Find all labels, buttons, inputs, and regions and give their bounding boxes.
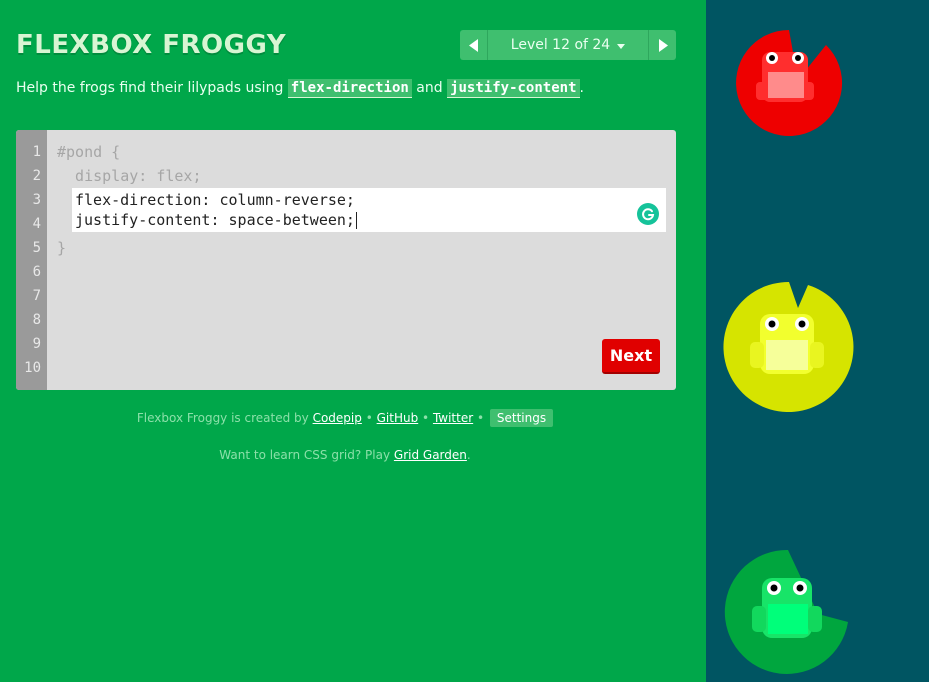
- sidebar: FLEXBOX FROGGY Level 12 of 24 Help the f…: [0, 0, 706, 682]
- yellow-lilypad-frog: [723, 281, 854, 412]
- arrow-left-icon: [468, 38, 478, 52]
- caret-down-icon: [617, 43, 626, 49]
- level-indicator[interactable]: Level 12 of 24: [488, 30, 648, 60]
- codepip-link[interactable]: Codepip: [313, 411, 362, 425]
- line-number: 9: [32, 336, 41, 352]
- instructions-joiner: and: [416, 80, 443, 96]
- credit-prefix: Flexbox Froggy is created by: [136, 411, 309, 425]
- line-number-gutter: 1 2 3 4 5 6 7 8 9 10: [16, 130, 47, 390]
- code-line-display: display: flex;: [57, 167, 202, 185]
- line-number: 1: [32, 144, 41, 160]
- line-number: 6: [32, 264, 41, 280]
- yellow-frog-icon: [750, 314, 824, 374]
- level-label: Level 12 of 24: [510, 37, 611, 53]
- instructions-prefix: Help the frogs find their lilypads using: [16, 80, 284, 96]
- instructions: Help the frogs find their lilypads using…: [16, 79, 584, 98]
- line-number: 4: [32, 216, 41, 232]
- flex-direction-term[interactable]: flex-direction: [287, 79, 412, 98]
- next-level-button[interactable]: [648, 30, 676, 60]
- input-line-flex-direction: flex-direction: column-reverse;: [75, 191, 355, 209]
- github-link[interactable]: GitHub: [377, 411, 419, 425]
- twitter-link[interactable]: Twitter: [433, 411, 473, 425]
- line-number: 3: [32, 192, 41, 208]
- red-frog-icon: [756, 52, 814, 102]
- level-navigator: Level 12 of 24: [460, 30, 676, 60]
- line-number: 2: [32, 168, 41, 184]
- settings-button[interactable]: Settings: [489, 409, 554, 427]
- instructions-suffix: .: [579, 80, 584, 96]
- green-lilypad-frog: [724, 549, 848, 674]
- css-input-textarea[interactable]: flex-direction: column-reverse; justify-…: [72, 188, 666, 232]
- promo-prefix: Want to learn CSS grid? Play: [219, 448, 391, 462]
- input-line-text: justify-content: space-between;: [75, 211, 355, 229]
- arrow-right-icon: [658, 38, 668, 52]
- credits: Flexbox Froggy is created by Codepip • G…: [0, 409, 690, 427]
- code-line-close-brace: }: [57, 239, 67, 257]
- code-editor: 1 2 3 4 5 6 7 8 9 10 #pond { display: fl…: [16, 130, 676, 390]
- line-number: 7: [32, 288, 41, 304]
- red-lilypad-frog: [736, 30, 843, 136]
- grammarly-icon[interactable]: [637, 203, 659, 225]
- next-button[interactable]: Next: [602, 339, 660, 374]
- page-title: FLEXBOX FROGGY: [16, 30, 287, 60]
- separator: •: [476, 411, 485, 425]
- separator: •: [422, 411, 430, 425]
- grammarly-g-glyph: [642, 208, 655, 221]
- separator: •: [365, 411, 373, 425]
- promo-suffix: .: [466, 448, 471, 462]
- text-cursor: [355, 212, 357, 229]
- line-number: 10: [24, 360, 41, 376]
- line-number: 5: [32, 240, 41, 256]
- code-line-selector: #pond {: [57, 143, 121, 161]
- green-frog-icon: [752, 578, 822, 638]
- justify-content-term[interactable]: justify-content: [447, 79, 580, 98]
- grid-garden-promo: Want to learn CSS grid? Play Grid Garden…: [0, 448, 690, 462]
- input-line-justify-content: justify-content: space-between;: [75, 210, 357, 230]
- previous-level-button[interactable]: [460, 30, 488, 60]
- grid-garden-link[interactable]: Grid Garden: [394, 448, 467, 462]
- pond: [706, 0, 929, 682]
- line-number: 8: [32, 312, 41, 328]
